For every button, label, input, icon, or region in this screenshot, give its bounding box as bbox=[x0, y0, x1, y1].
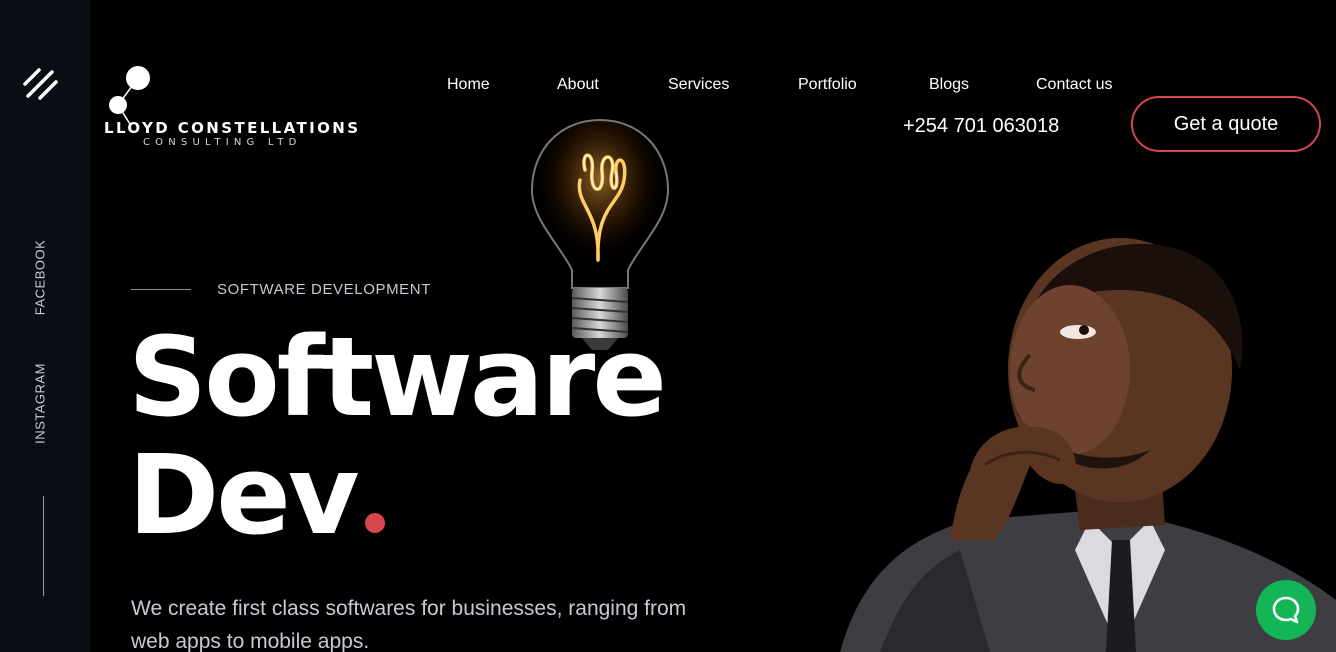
eyebrow-line bbox=[131, 289, 191, 290]
get-quote-button[interactable]: Get a quote bbox=[1131, 96, 1321, 152]
facebook-link[interactable]: FACEBOOK bbox=[33, 240, 48, 316]
logo-wordmark: LLOYD CONSTELLATIONS bbox=[104, 119, 361, 137]
thinking-man-image bbox=[840, 238, 1336, 652]
nav-services[interactable]: Services bbox=[668, 76, 729, 94]
menu-icon[interactable] bbox=[22, 66, 60, 102]
hero-eyebrow: SOFTWARE DEVELOPMENT bbox=[217, 281, 431, 298]
chat-icon bbox=[1272, 596, 1300, 624]
nav-blogs[interactable]: Blogs bbox=[929, 76, 969, 94]
phone-number[interactable]: +254 701 063018 bbox=[903, 115, 1059, 138]
instagram-link[interactable]: INSTAGRAM bbox=[33, 363, 48, 444]
nav-about[interactable]: About bbox=[557, 76, 599, 94]
nav-contact[interactable]: Contact us bbox=[1036, 76, 1112, 94]
accent-dot bbox=[364, 513, 385, 533]
logo-constellation-icon bbox=[109, 66, 150, 124]
logo[interactable]: LLOYD CONSTELLATIONS CONSULTING LTD bbox=[104, 64, 364, 154]
nav-home[interactable]: Home bbox=[447, 76, 490, 94]
rail-divider bbox=[43, 496, 44, 596]
hero-description: We create first class softwares for busi… bbox=[131, 597, 687, 652]
side-rail: FACEBOOK INSTAGRAM bbox=[0, 0, 91, 652]
hero-title-line1: Software bbox=[128, 313, 667, 441]
hero-title: Software Dev bbox=[128, 318, 667, 554]
logo-subtitle: CONSULTING LTD bbox=[143, 137, 302, 148]
hero-title-line2: Dev bbox=[128, 431, 360, 559]
chat-button[interactable] bbox=[1256, 580, 1316, 640]
nav-portfolio[interactable]: Portfolio bbox=[798, 76, 857, 94]
page: FACEBOOK INSTAGRAM LLOYD CONSTELLATIONS … bbox=[0, 0, 1336, 652]
